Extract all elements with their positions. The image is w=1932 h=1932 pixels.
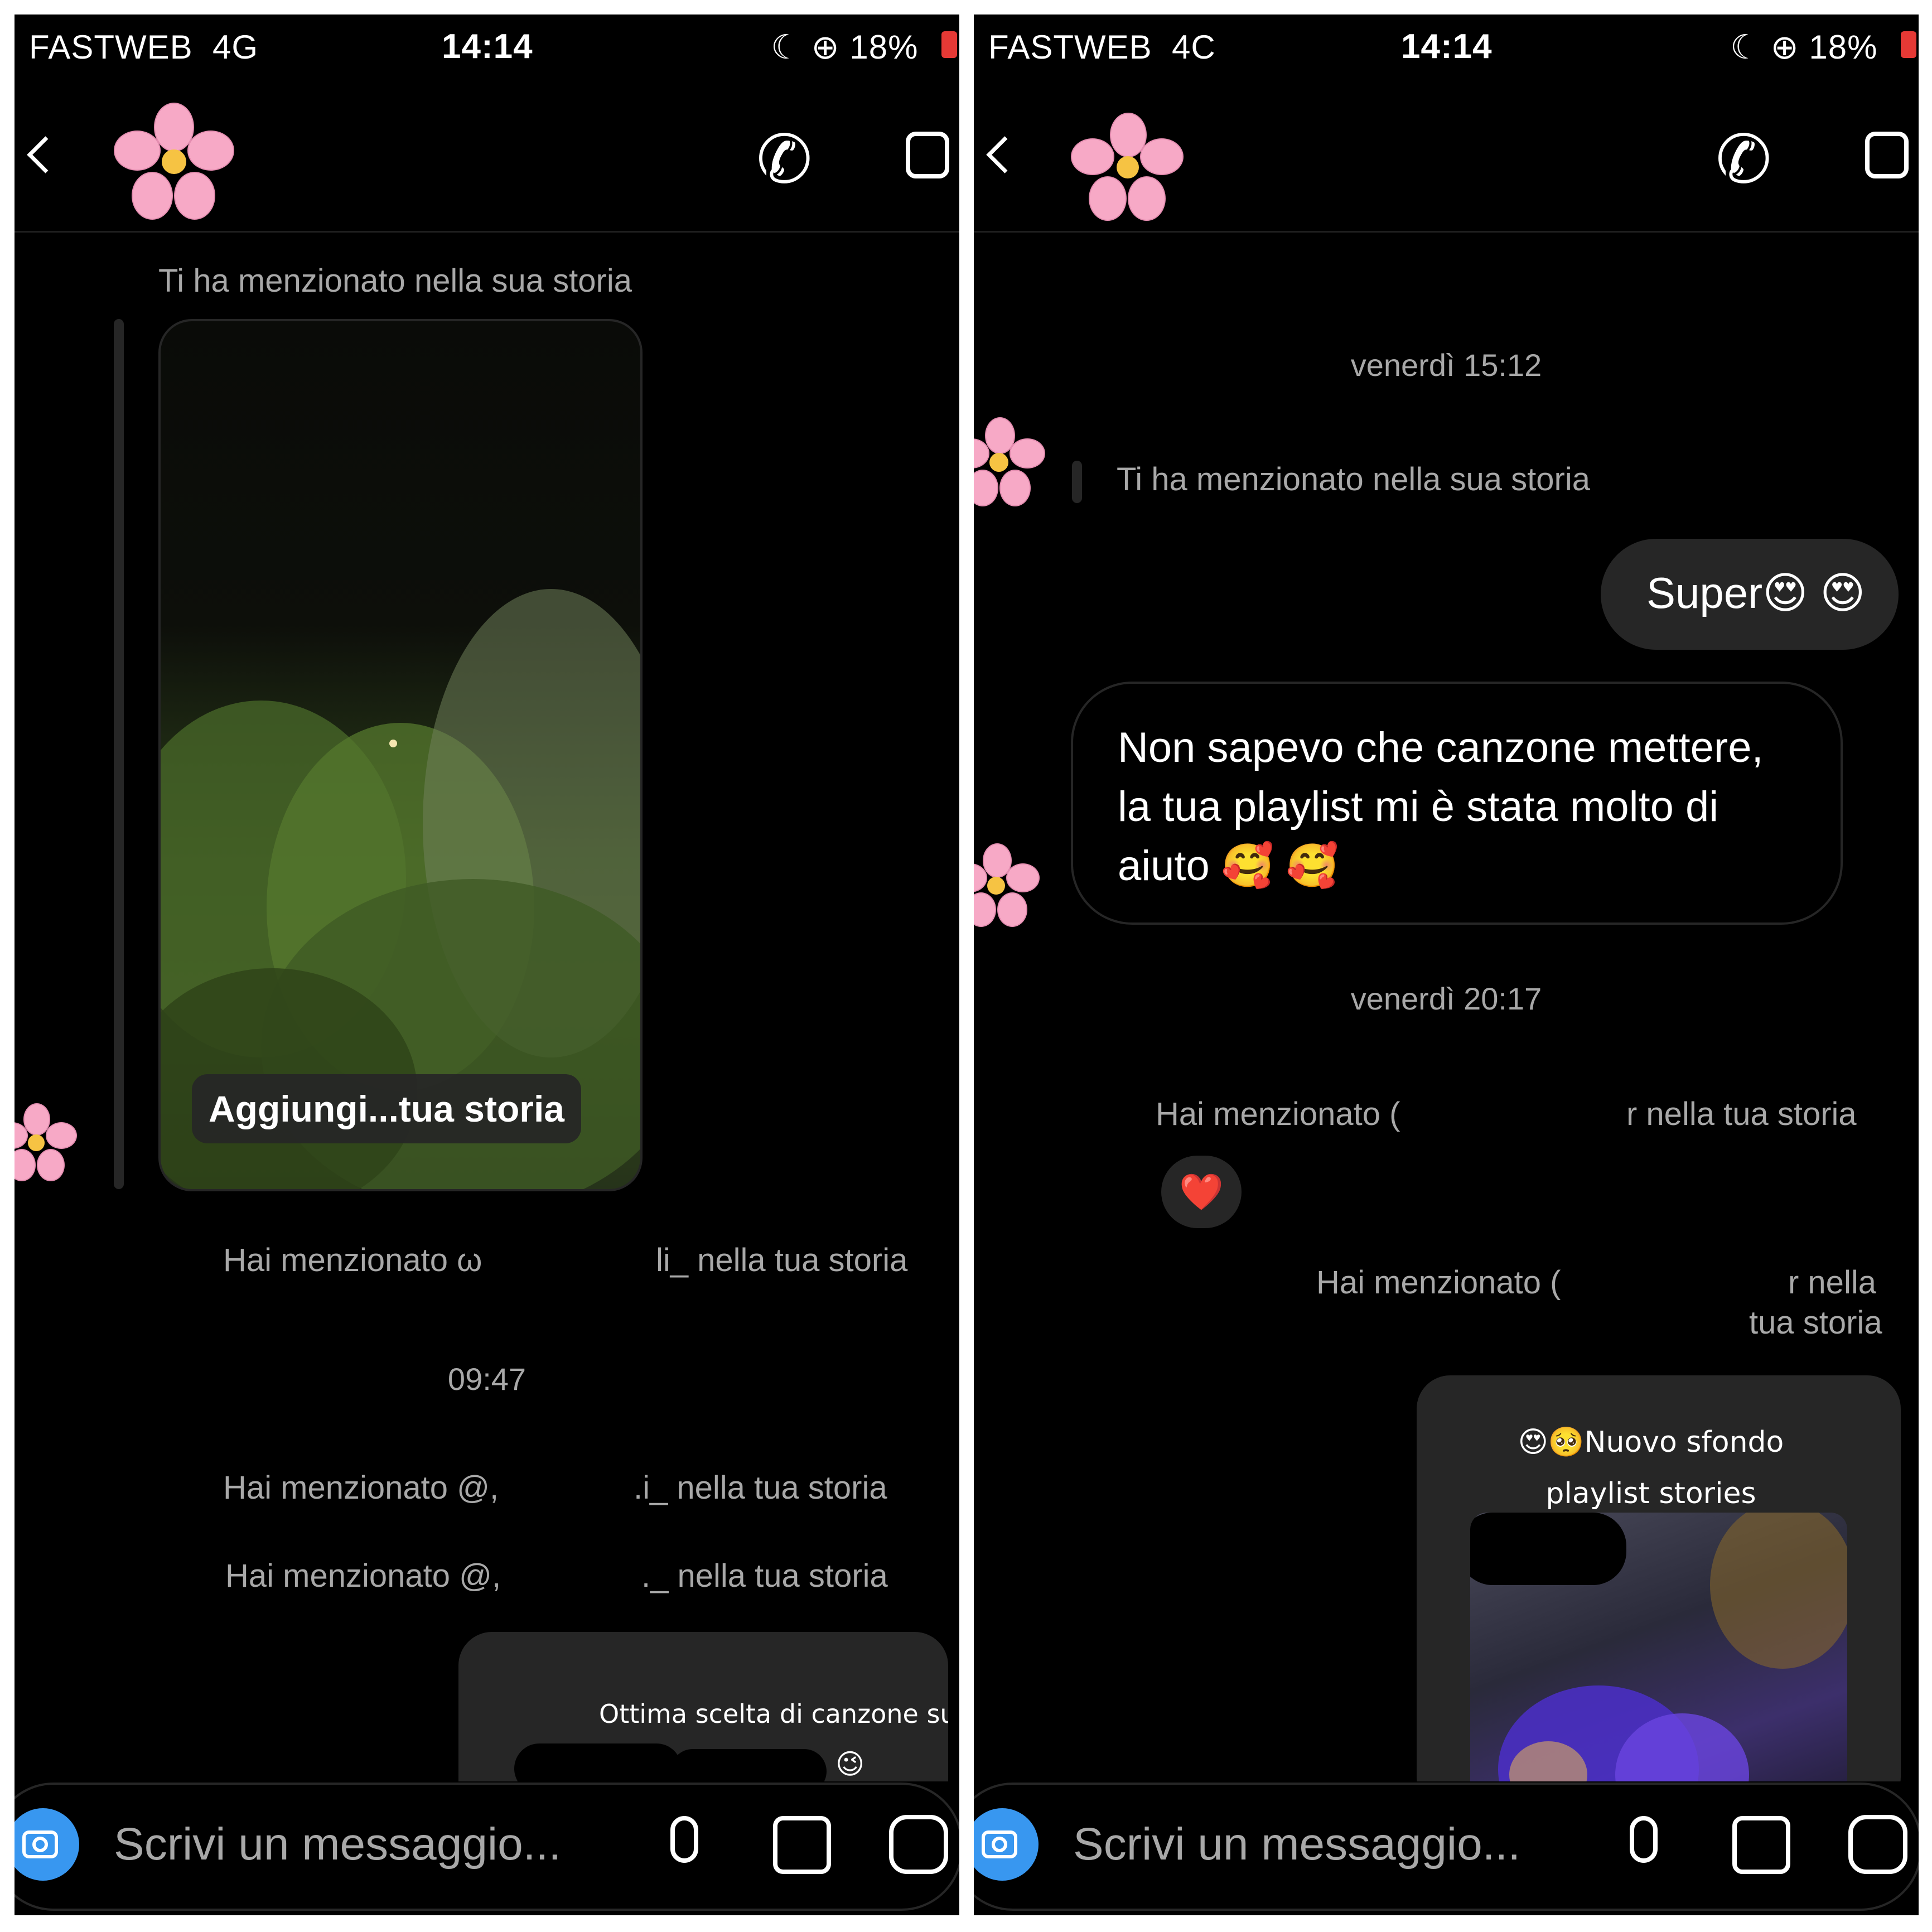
redaction bbox=[1470, 1513, 1626, 1585]
phone-icon[interactable]: ✆ bbox=[1716, 126, 1772, 193]
status-time: 14:14 bbox=[442, 27, 533, 66]
avatar[interactable] bbox=[1069, 109, 1186, 226]
mention-notice: Ti ha menzionato nella sua storia bbox=[158, 263, 632, 299]
mention-item-2-end: r nella bbox=[1788, 1264, 1876, 1301]
story-image[interactable]: Aggiungi...tua storia bbox=[158, 319, 643, 1191]
reply-bar bbox=[114, 319, 124, 1189]
sender-avatar bbox=[15, 1101, 78, 1185]
story-card-text: Ottima scelta di canzone super bbox=[599, 1699, 948, 1729]
status-icons: ☾ ⊕ 18% bbox=[1730, 28, 1878, 66]
mention-item-3-end: ._ nella tua storia bbox=[641, 1558, 888, 1594]
back-icon[interactable] bbox=[986, 136, 1023, 173]
incoming-message[interactable]: Non sapevo che canzone mettere, la tua p… bbox=[1071, 682, 1843, 925]
battery-icon bbox=[1901, 31, 1916, 58]
bushes-illustration bbox=[161, 589, 640, 1189]
timestamp: venerdì 15:12 bbox=[1350, 347, 1542, 383]
sender-avatar bbox=[974, 841, 1041, 930]
mention-item-2: Hai menzionato @, bbox=[223, 1470, 499, 1506]
mention-item-1-end: r nella tua storia bbox=[1626, 1096, 1857, 1132]
phone-icon[interactable]: ✆ bbox=[756, 126, 813, 193]
mention-item-1: Hai menzionato ( bbox=[1156, 1096, 1400, 1132]
left-chat-screen: FASTWEB 4G 14:14 ☾ ⊕ 18% ✆ Ti ha menzion… bbox=[15, 15, 959, 1915]
sticker-icon[interactable] bbox=[1848, 1815, 1907, 1874]
mention-item-1-end: li_ nella tua storia bbox=[656, 1242, 908, 1278]
story-card[interactable]: 😍🥺Nuovo sfondo playlist stories romanich… bbox=[1417, 1375, 1901, 1810]
mention-item-3: Hai menzionato @, bbox=[225, 1558, 501, 1594]
mention-item-1: Hai menzionato ω bbox=[223, 1242, 482, 1278]
status-icons: ☾ ⊕ 18% bbox=[771, 28, 919, 66]
mention-item-2: Hai menzionato ( bbox=[1316, 1264, 1561, 1301]
microphone-icon[interactable] bbox=[1630, 1816, 1658, 1863]
story-overlay-label: Aggiungi...tua storia bbox=[192, 1074, 581, 1143]
video-icon[interactable] bbox=[906, 132, 949, 178]
video-icon[interactable] bbox=[1865, 132, 1909, 178]
back-icon[interactable] bbox=[27, 136, 64, 173]
gallery-icon[interactable] bbox=[773, 1816, 831, 1874]
reply-bar bbox=[1072, 461, 1082, 503]
status-carrier: FASTWEB 4G bbox=[29, 28, 259, 66]
timestamp: venerdì 20:17 bbox=[1350, 981, 1542, 1016]
status-carrier: FASTWEB 4C bbox=[988, 28, 1216, 66]
sticker-icon[interactable] bbox=[889, 1815, 948, 1874]
status-time: 14:14 bbox=[1401, 27, 1493, 66]
mention-notice: Ti ha menzionato nella sua storia bbox=[1117, 461, 1590, 498]
outgoing-message[interactable]: Super😍 😍 bbox=[1601, 539, 1899, 650]
message-input[interactable]: Scrivi un messaggio... bbox=[114, 1818, 561, 1871]
timestamp: 09:47 bbox=[447, 1361, 527, 1397]
battery-icon bbox=[941, 31, 957, 58]
header-divider bbox=[974, 231, 1919, 233]
header-divider bbox=[15, 231, 959, 233]
right-chat-screen: FASTWEB 4C 14:14 ☾ ⊕ 18% ✆ venerdì 15:12… bbox=[974, 15, 1919, 1915]
mention-item-2-end: .i_ nella tua storia bbox=[634, 1470, 887, 1506]
reaction-badge[interactable]: ❤️ bbox=[1161, 1156, 1242, 1228]
wink-emoji: 😉 bbox=[835, 1749, 865, 1780]
mention-item-2-line2: tua storia bbox=[1749, 1305, 1882, 1341]
avatar[interactable] bbox=[109, 98, 238, 226]
microphone-icon[interactable] bbox=[670, 1816, 698, 1863]
story-card-image bbox=[1470, 1513, 1847, 1810]
sender-avatar bbox=[974, 415, 1046, 510]
gallery-icon[interactable] bbox=[1732, 1816, 1790, 1874]
message-input[interactable]: Scrivi un messaggio... bbox=[1073, 1818, 1520, 1871]
